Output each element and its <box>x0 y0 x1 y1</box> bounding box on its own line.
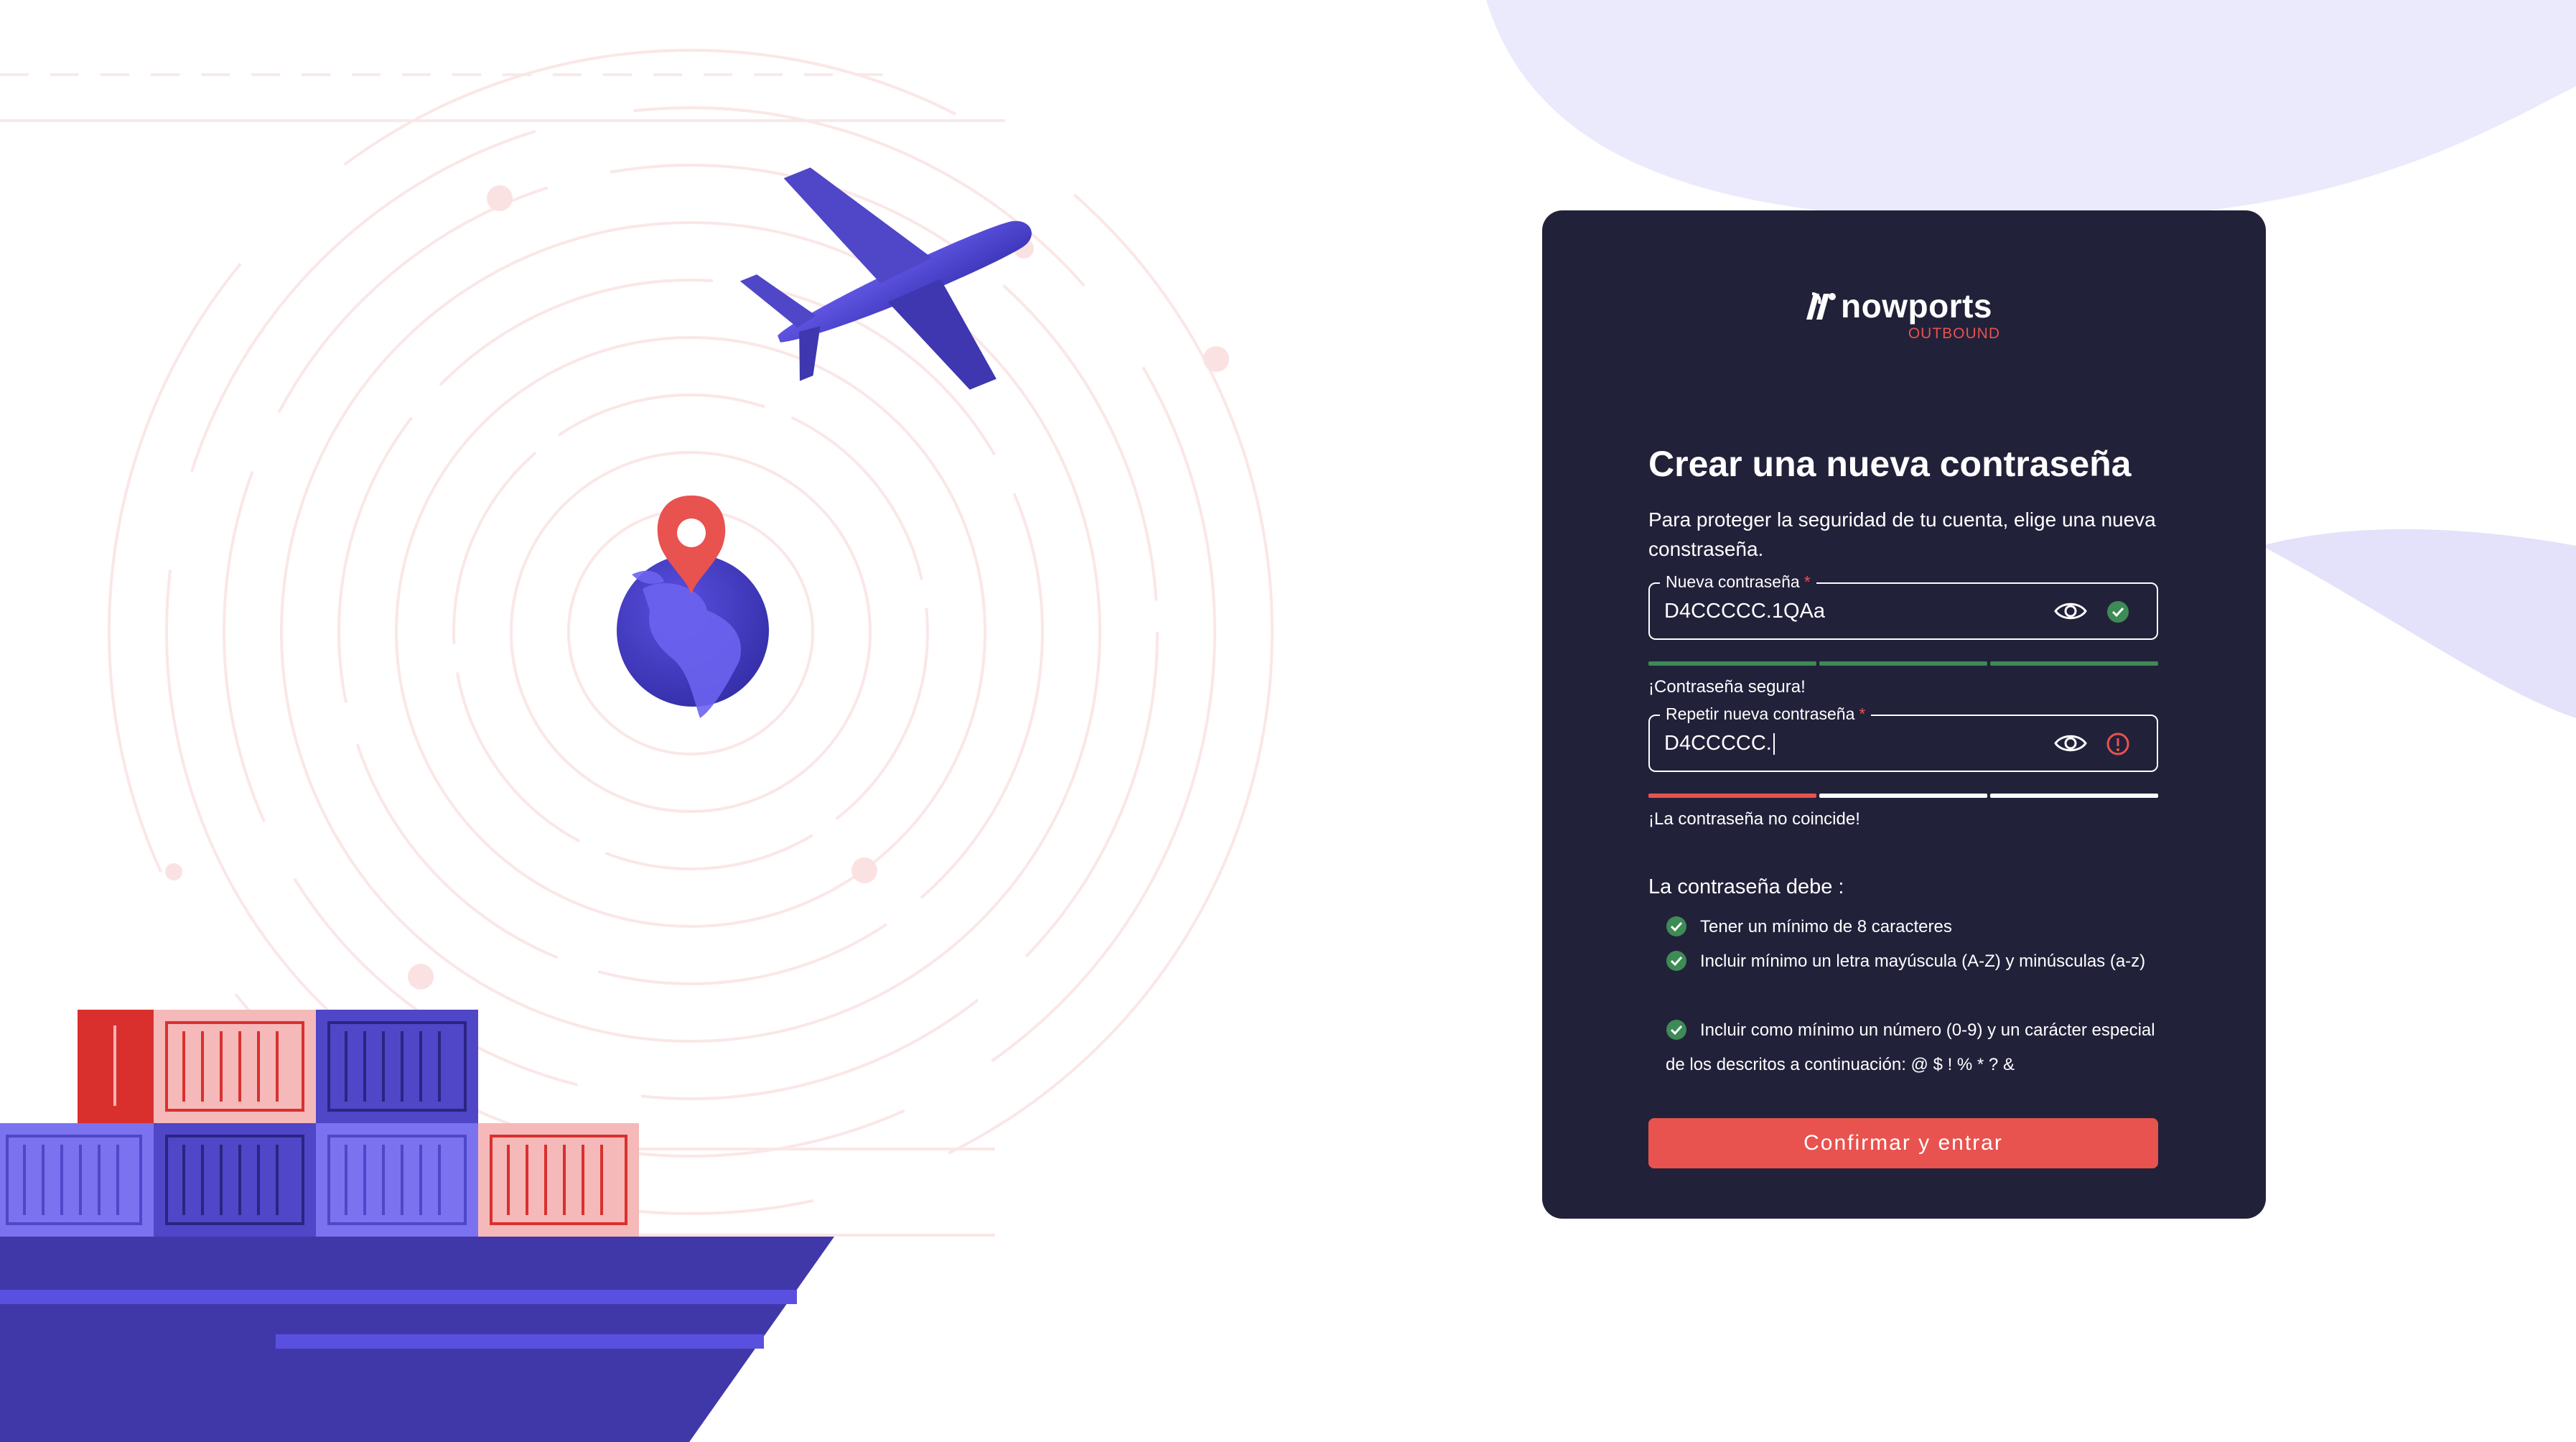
strength-segment <box>1990 794 2158 798</box>
wave-lines <box>639 1148 995 1237</box>
check-circle-icon <box>2107 601 2129 623</box>
repeat-password-field[interactable]: Repetir nueva contraseña * D4CCCCC. <box>1648 703 2158 772</box>
new-password-hint: ¡Contraseña segura! <box>1648 677 1806 697</box>
alert-circle-icon <box>2106 732 2129 755</box>
new-password-strength-meter <box>1648 661 2158 666</box>
brand-logo: nowports OUTBOUND <box>1803 287 2005 348</box>
login-page: nowports OUTBOUND Crear una nueva contra… <box>0 0 2576 1442</box>
check-circle-icon <box>1666 916 1686 936</box>
new-password-value[interactable]: D4CCCCC.1QAa <box>1664 600 1825 623</box>
strength-segment <box>1819 661 1987 666</box>
nowports-logo-icon <box>1806 292 1836 320</box>
required-mark: * <box>1859 704 1866 723</box>
repeat-password-hint: ¡La contraseña no coincide! <box>1648 809 1860 829</box>
password-card: nowports OUTBOUND Crear una nueva contra… <box>1542 210 2266 1219</box>
strength-segment <box>1819 794 1987 798</box>
confirm-submit-button[interactable]: Confirmar y entrar <box>1648 1118 2158 1168</box>
cargo-ship <box>0 1010 995 1442</box>
required-mark: * <box>1803 572 1811 591</box>
eye-icon[interactable] <box>2053 730 2088 756</box>
rules-title: La contraseña debe : <box>1648 875 1844 898</box>
page-title: Crear una nueva contraseña <box>1648 444 2132 484</box>
repeat-password-strength-meter <box>1648 794 2158 798</box>
brand-name: nowports <box>1841 287 1992 325</box>
brand-tagline: OUTBOUND <box>1908 325 2000 342</box>
rule-item: Incluir como mínimo un número (0-9) y un… <box>1666 1013 2168 1082</box>
repeat-password-value[interactable]: D4CCCCC. <box>1664 732 1775 755</box>
containers <box>0 1010 639 1237</box>
background-blob-top <box>1486 0 2576 220</box>
new-password-field[interactable]: Nueva contraseña * D4CCCCC.1QAa <box>1648 571 2158 640</box>
rule-item: Tener un mínimo de 8 caracteres <box>1666 910 2168 944</box>
rule-text: Incluir mínimo un letra mayúscula (A-Z) … <box>1700 952 2146 971</box>
eye-icon[interactable] <box>2053 598 2088 624</box>
check-circle-icon <box>1666 951 1686 971</box>
airplane-icon <box>739 167 1032 390</box>
page-description: Para proteger la seguridad de tu cuenta,… <box>1648 508 2156 560</box>
rule-text: Incluir como mínimo un número (0-9) y un… <box>1666 1020 2155 1074</box>
rule-text: Tener un mínimo de 8 caracteres <box>1700 917 1952 936</box>
repeat-password-label: Repetir nueva contraseña * <box>1660 703 1872 725</box>
check-circle-icon <box>1666 1020 1686 1040</box>
rule-item: Incluir mínimo un letra mayúscula (A-Z) … <box>1666 944 2168 979</box>
strength-segment <box>1648 661 1816 666</box>
text-cursor <box>1773 733 1775 755</box>
strength-segment <box>1990 661 2158 666</box>
background-blob-right <box>2262 529 2576 718</box>
new-password-label: Nueva contraseña * <box>1660 571 1816 592</box>
strength-segment <box>1648 794 1816 798</box>
